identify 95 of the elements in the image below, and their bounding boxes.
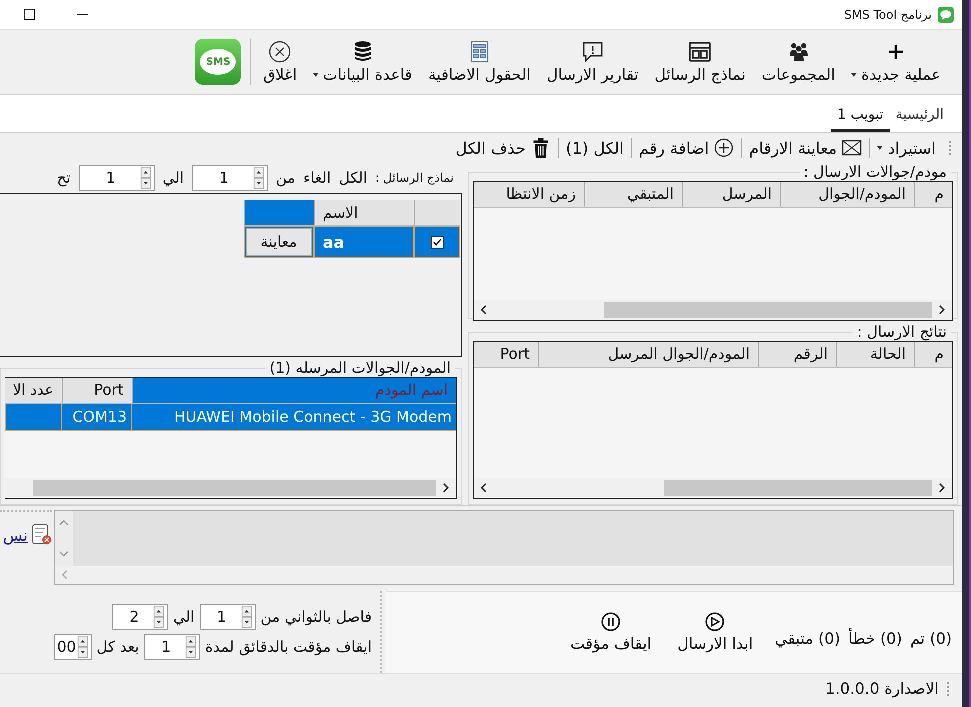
scroll-right-icon[interactable] [938,483,946,493]
toolbar-button[interactable]: اضافة رقم [637,138,736,158]
table-cell[interactable]: COM13 [61,404,131,431]
scroll-thumb[interactable] [33,480,436,496]
column-header[interactable]: المودم/الجوال [780,182,914,207]
tab[interactable]: الرئيسية [890,107,950,132]
table-cell[interactable]: aa [314,226,414,258]
toolbar-button[interactable]: نماذج الرسائل [648,40,753,84]
horizontal-scrollbar[interactable] [5,478,456,498]
toolbar-button[interactable]: عملية جديدة [844,40,948,84]
layout-icon [688,40,712,64]
tab[interactable]: تبويب 1 [831,107,890,132]
toolbar-button[interactable]: ايقاف مؤقت [566,612,656,653]
spinner-arrows-icon[interactable] [240,606,253,628]
horizontal-scrollbar[interactable] [474,300,952,320]
version-label: الاصدارة 1.0.0.0 [825,680,939,698]
field-label: بعد كل [96,638,140,656]
column-header [414,200,460,226]
number-spinner[interactable]: 1 [192,165,268,191]
scroll-right-icon[interactable] [938,305,946,315]
field-label: الي [162,169,184,187]
grip-icon[interactable] [949,140,952,156]
scroll-thumb[interactable] [604,302,932,318]
table-cell[interactable] [5,404,61,431]
close-icon [268,40,292,64]
column-header[interactable]: م [914,182,952,207]
pause-icon [601,612,622,632]
spinner-arrows-icon[interactable] [253,167,266,189]
field-label: تح [56,169,71,187]
play-icon [705,612,726,632]
add-icon [714,138,734,158]
counter-label: (0) متبقي [775,630,841,648]
caret-icon [851,73,858,77]
column-header[interactable]: عدد الا [5,378,62,403]
window-title: برنامج SMS Tool [844,8,932,22]
deselect-link[interactable]: الغاء [304,169,332,187]
toolbar-button[interactable]: اغلاق [256,40,304,84]
column-header[interactable]: الرقم [758,342,836,367]
number-spinner[interactable]: 1 [144,634,200,660]
trash-icon [530,138,551,158]
number-spinner[interactable]: 2 [112,604,168,630]
spinner-arrows-icon[interactable] [185,636,198,658]
scroll-left-icon[interactable] [480,483,488,493]
toolbar-button[interactable]: استيراد [875,138,938,158]
toolbar-button[interactable]: المجموعات [754,40,842,84]
field-label: ايقاف مؤقت بالدقائق لمدة [205,638,372,656]
link[interactable]: نس [3,526,28,544]
field-label: من [276,169,296,187]
toolbar-button[interactable]: الكل (1) [564,138,626,158]
checkbox[interactable] [430,236,444,248]
scroll-thumb[interactable] [664,480,932,496]
spinner-arrows-icon[interactable] [140,167,152,189]
counter-label: (0) خطأ [848,630,902,648]
number-spinner[interactable]: 00 [54,634,92,660]
field-label: فاصل بالثواني من [260,608,372,626]
counter-label: (0) تم [910,630,952,648]
preview-button[interactable]: معاينة [246,228,312,256]
column-header[interactable]: المتبقي [584,182,682,207]
column-header[interactable]: الاسم [314,200,414,226]
column-header[interactable]: المودم/الجوال المرسل [538,342,758,367]
toolbar-button[interactable]: قاعدة البيانات [306,40,420,84]
spinner-arrows-icon[interactable] [153,606,166,628]
column-header[interactable]: زمن الانتظا [474,182,584,207]
column-header[interactable]: المرسل [682,182,780,207]
table-cell[interactable]: HUAWEI Mobile Connect - 3G Modem [131,404,456,431]
field-label: نماذج الرسائل : [376,171,454,185]
column-header[interactable]: Port [62,378,132,403]
caret-icon [877,146,884,150]
app-icon [938,6,954,22]
toolbar-button[interactable]: الحقول الاضافية [421,40,538,84]
envelope-icon [842,138,862,158]
toolbar-button[interactable]: تقارير الارسال [540,40,646,84]
speech-bubble-icon [580,40,605,64]
number-spinner[interactable]: 1 [78,165,155,191]
column-header[interactable]: م [914,342,952,367]
group-title: المودم/الجوالات المرسله (1) [268,359,452,377]
toolbar-button[interactable]: ابدا الارسال [674,612,758,653]
logo-text: SMS [206,56,231,68]
number-spinner[interactable]: 1 [200,604,256,630]
column-header[interactable]: الحالة [836,342,914,367]
maximize-icon[interactable] [24,9,35,20]
toolbar-button[interactable]: معاينة الارقام [747,138,864,158]
document-icon[interactable] [32,524,52,546]
scroll-right-icon[interactable] [442,483,450,493]
spinner-arrows-icon[interactable] [76,636,89,658]
scroll-left-icon[interactable] [480,305,488,315]
toolbar-button[interactable]: حذف الكل [454,138,553,158]
group-title: نتائج الارسال : [856,323,948,341]
field-label: الي [173,608,195,626]
caret-icon [313,73,320,77]
group-title: مودم/جوالات الارسال : [802,163,948,181]
grip-icon [947,680,950,696]
select-all-link[interactable]: الكل [339,169,368,187]
horizontal-scrollbar[interactable] [474,478,952,498]
column-header[interactable]: Port [474,342,538,367]
